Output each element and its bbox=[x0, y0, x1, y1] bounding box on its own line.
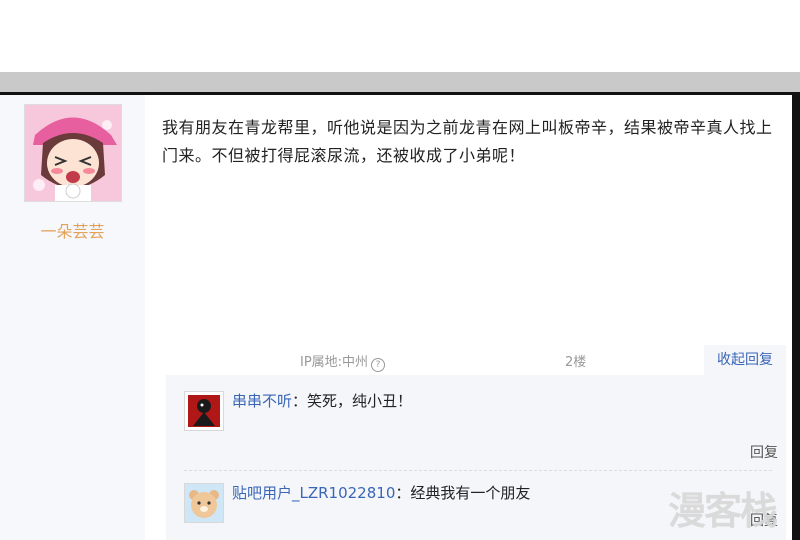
reply-button[interactable]: 回复 bbox=[750, 442, 778, 462]
comment-separator: ： bbox=[292, 392, 308, 410]
comment-avatar[interactable] bbox=[184, 391, 224, 431]
watermark-logo: 漫客栈 bbox=[668, 489, 778, 533]
comment-text: 贴吧用户_LZR1022810：经典我有一个朋友 bbox=[232, 483, 530, 503]
comment-item: 贴吧用户_LZR1022810：经典我有一个朋友 bbox=[184, 483, 744, 523]
top-blank-area bbox=[0, 0, 800, 72]
dark-character-avatar-icon bbox=[185, 392, 223, 430]
floor-number: 2楼 bbox=[565, 355, 587, 370]
question-icon[interactable]: ? bbox=[371, 358, 386, 372]
comment-divider bbox=[184, 470, 772, 471]
ip-location: IP属地:中州? bbox=[300, 351, 386, 372]
comment-item: 串串不听：笑死，纯小丑！ bbox=[184, 391, 744, 431]
grey-separator bbox=[0, 72, 800, 92]
post-content: 我有朋友在青龙帮里，听他说是因为之前龙青在网上叫板帝辛，结果被帝辛真人找上门来。… bbox=[162, 118, 773, 165]
comment-avatar[interactable] bbox=[184, 483, 224, 523]
author-avatar[interactable] bbox=[24, 104, 122, 202]
author-username[interactable]: 一朵芸芸 bbox=[0, 218, 145, 242]
comment-body: 经典我有一个朋友 bbox=[410, 484, 531, 502]
comment-body: 笑死，纯小丑！ bbox=[307, 392, 413, 410]
anime-girl-avatar-icon bbox=[25, 105, 121, 201]
bear-avatar-icon bbox=[185, 484, 223, 522]
comment-separator: ： bbox=[395, 484, 411, 502]
comment-username[interactable]: 贴吧用户_LZR1022810 bbox=[232, 484, 395, 502]
ip-location-text: IP属地:中州 bbox=[300, 355, 369, 370]
collapse-replies-button[interactable]: 收起回复 bbox=[704, 345, 786, 375]
comment-text: 串串不听：笑死，纯小丑！ bbox=[232, 391, 412, 411]
comment-username[interactable]: 串串不听 bbox=[232, 392, 292, 410]
